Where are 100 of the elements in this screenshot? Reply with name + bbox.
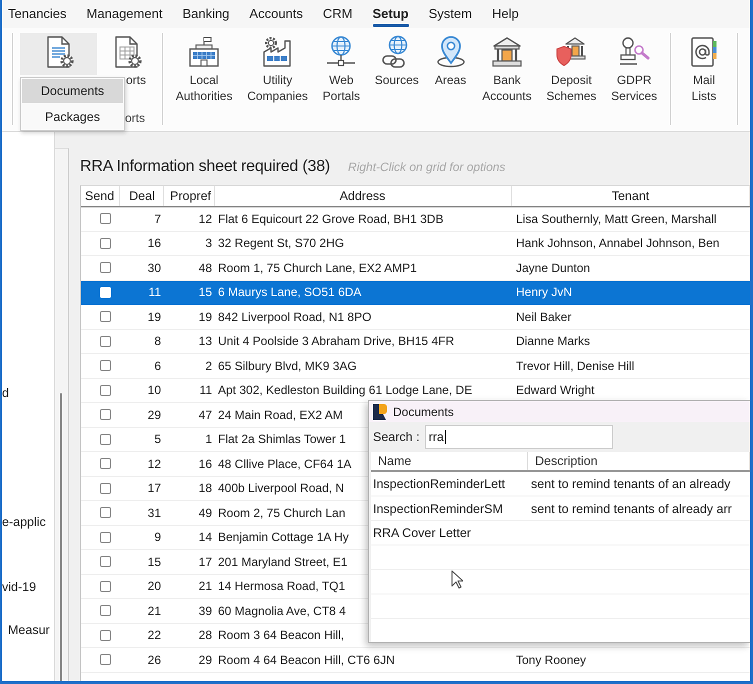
propref-number: 15 <box>198 285 212 300</box>
menu-tab[interactable]: Help <box>482 0 529 28</box>
tree-item[interactable]: e-applic <box>2 512 46 534</box>
tenant-names: Lisa Southernly, Matt Green, Marshall <box>516 212 717 226</box>
app-logo-icon <box>373 404 387 420</box>
column-header[interactable]: Propref <box>164 186 215 206</box>
ribbon-button[interactable]: Sources <box>372 33 421 88</box>
propref-number: 39 <box>198 604 212 618</box>
checkbox[interactable] <box>100 336 111 347</box>
menu-tab[interactable]: CRM <box>312 0 363 28</box>
checkbox[interactable] <box>100 311 111 322</box>
menu-tab[interactable]: Setup <box>362 0 419 28</box>
checkbox[interactable] <box>100 654 111 666</box>
address-text: 24 Main Road, EX2 AM <box>218 408 343 422</box>
checkbox[interactable] <box>100 434 111 445</box>
tenant-names: Neil Baker <box>516 310 572 324</box>
tenant-names: Jayne Dunton <box>516 260 590 275</box>
ribbon-button[interactable]: Bank Accounts <box>480 33 534 104</box>
column-header[interactable]: Name <box>371 452 528 470</box>
deal-number: 21 <box>148 604 161 618</box>
checkbox[interactable] <box>100 605 111 616</box>
address-text: 201 Maryland Street, E1 <box>218 554 348 569</box>
address-text: 400b Liverpool Road, N <box>218 481 344 496</box>
document-name[interactable]: RRA Cover Letter <box>373 526 471 540</box>
checkbox[interactable] <box>100 507 111 518</box>
column-header[interactable]: Address <box>215 186 512 206</box>
bank-shield-icon <box>554 35 588 69</box>
document-name[interactable]: InspectionReminderLett <box>373 477 506 492</box>
menu-tab[interactable]: Tenancies <box>2 0 77 28</box>
table-row[interactable]: 6 2 65 Silbury Blvd, MK9 3AG Trevor Hill, Denise Hill <box>81 354 750 378</box>
address-text: Room 2, 75 Church Lan <box>218 506 346 520</box>
checkbox[interactable] <box>100 556 111 568</box>
deal-number: 9 <box>154 530 161 544</box>
tree-item[interactable]: d <box>2 383 9 404</box>
checkbox[interactable] <box>100 630 111 641</box>
tree-item[interactable]: Measur <box>8 620 50 641</box>
address-text: 6 Maurys Lane, SO51 6DA <box>218 285 362 300</box>
sheet-title: RRA Information sheet required (38) <box>80 157 330 177</box>
address-text: 842 Liverpool Road, N1 8PO <box>218 310 372 324</box>
checkbox[interactable] <box>100 262 111 274</box>
document-description: sent to remind tenants of already arr <box>531 502 732 516</box>
scrollbar-thumb[interactable] <box>60 393 62 681</box>
table-row[interactable]: 16 3 32 Regent St, S70 2HG Hank Johnson, Annabel Johnson, Ben <box>81 232 750 256</box>
column-header[interactable]: Description <box>528 452 750 470</box>
propref-number: 19 <box>198 310 212 324</box>
deal-number: 11 <box>148 285 161 300</box>
column-header[interactable]: Send <box>81 186 120 206</box>
propref-number: 47 <box>198 408 212 422</box>
address-text: Flat 2a Shimlas Tower 1 <box>218 432 346 446</box>
table-row[interactable]: 7 12 Flat 6 Equicourt 22 Grove Road, BH1 3DB Lisa Southernly, Matt Green, Marshall <box>81 207 750 232</box>
ribbon-button[interactable]: Areas <box>432 33 470 88</box>
checkbox[interactable] <box>100 458 111 470</box>
checkbox[interactable] <box>100 532 111 543</box>
checkbox[interactable] <box>100 580 111 592</box>
deal-number: 26 <box>148 652 161 667</box>
table-row[interactable]: 19 19 842 Liverpool Road, N1 8PO Neil Baker <box>81 305 750 330</box>
checkbox[interactable] <box>100 482 111 494</box>
menu-tab[interactable]: Management <box>76 0 172 28</box>
ribbon-button[interactable] <box>20 33 97 75</box>
document-name[interactable]: InspectionReminderSM <box>373 502 503 516</box>
tree-item[interactable]: vid-19 <box>2 576 36 598</box>
address-text: Room 4 64 Beacon Hill, CT6 6JN <box>218 652 395 667</box>
ribbon-button[interactable]: Local Authorities <box>174 33 234 104</box>
building-flag-icon <box>187 35 222 69</box>
ribbon-button[interactable]: Web Portals <box>320 33 362 104</box>
propref-number: 14 <box>198 530 212 544</box>
checkbox[interactable] <box>100 409 111 420</box>
table-row[interactable]: 26 29 Room 4 64 Beacon Hill, CT6 6JN Tony Rooney <box>81 648 750 672</box>
column-header[interactable]: Tenant <box>512 186 750 206</box>
ribbon-button[interactable]: Deposit Schemes <box>544 33 598 104</box>
menu-item[interactable]: Packages <box>22 105 123 129</box>
search-field[interactable]: rra <box>424 425 613 449</box>
propref-number: 48 <box>198 260 212 275</box>
table-row[interactable]: 11 15 6 Maurys Lane, SO51 6DA Henry JvN <box>81 280 750 305</box>
address-text: 60 Magnolia Ave, CT8 4 <box>218 604 346 618</box>
table-row[interactable]: 8 13 Unit 4 Poolside 3 Abraham Drive, BH15 4FR Dianne Marks <box>81 330 750 354</box>
ribbon-button[interactable]: Utility Companies <box>245 33 310 104</box>
menu-tab[interactable]: System <box>418 0 482 28</box>
checkbox[interactable] <box>100 213 111 224</box>
ribbon-button[interactable]: GDPR Services <box>609 33 660 104</box>
deal-number: 19 <box>148 310 161 324</box>
checkbox[interactable] <box>100 238 111 249</box>
deal-number: 30 <box>148 260 161 275</box>
deal-number: 22 <box>148 628 161 642</box>
column-header[interactable]: Deal <box>120 186 164 206</box>
checkbox[interactable] <box>100 384 111 396</box>
address-text: 14 Hermosa Road, TQ1 <box>218 579 346 594</box>
ribbon-button[interactable]: Mail Lists <box>685 33 723 104</box>
checkbox[interactable] <box>100 360 111 372</box>
propref-number: 21 <box>198 579 212 594</box>
propref-number: 29 <box>198 652 212 667</box>
address-text: 65 Silbury Blvd, MK9 3AG <box>218 358 357 373</box>
search-label: Search : <box>373 430 420 444</box>
deal-number: 29 <box>148 408 161 422</box>
propref-number: 12 <box>198 212 212 226</box>
propref-number: 16 <box>198 456 212 471</box>
menu-tab[interactable]: Banking <box>172 0 240 28</box>
menu-item[interactable]: Documents <box>22 79 123 103</box>
tenant-names: Dianne Marks <box>516 334 590 348</box>
menu-tab[interactable]: Accounts <box>239 0 313 28</box>
